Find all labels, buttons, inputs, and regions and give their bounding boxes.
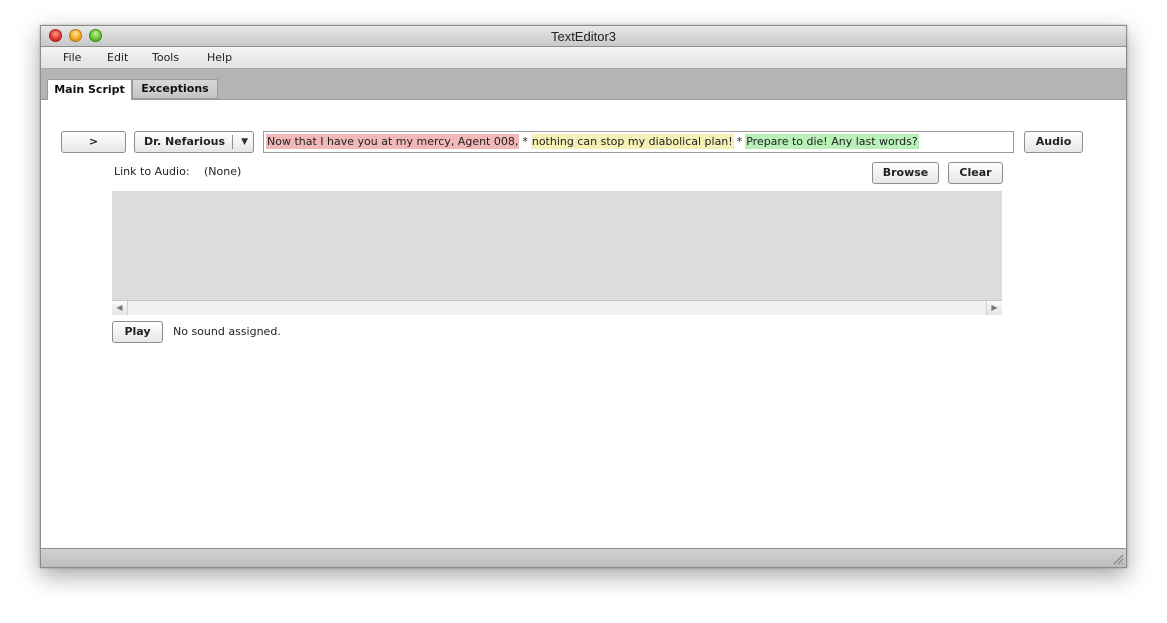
menu-bar: File Edit Tools Help (41, 47, 1126, 69)
window-title: TextEditor3 (550, 29, 617, 44)
menu-help[interactable]: Help (207, 51, 232, 64)
script-segment: Prepare to die! Any last words? (745, 134, 919, 149)
scroll-left-icon[interactable]: ◀ (112, 301, 128, 315)
combo-divider (232, 135, 233, 149)
chevron-down-icon: ▼ (241, 137, 248, 147)
expand-line-button[interactable]: > (61, 131, 126, 153)
link-to-audio-value: (None) (204, 165, 242, 178)
script-segment: Now that I have you at my mercy, Agent 0… (266, 134, 520, 149)
segment-separator: * (736, 135, 743, 148)
title-bar: TextEditor3 (41, 26, 1126, 47)
script-line-input[interactable]: Now that I have you at my mercy, Agent 0… (263, 131, 1014, 153)
app-window: TextEditor3 File Edit Tools Help Main Sc… (40, 25, 1127, 568)
tab-strip: Main Script Exceptions (41, 69, 1126, 100)
browse-button[interactable]: Browse (872, 162, 939, 184)
menu-edit[interactable]: Edit (107, 51, 128, 64)
scroll-right-icon[interactable]: ▶ (986, 301, 1002, 315)
horizontal-scrollbar[interactable]: ◀ ▶ (112, 300, 1002, 315)
main-script-panel: > Dr. Nefarious ▼ Now that I have you at… (41, 100, 1126, 550)
tab-main-script[interactable]: Main Script (47, 79, 132, 100)
segment-separator: * (522, 135, 528, 148)
tab-exceptions[interactable]: Exceptions (132, 79, 218, 99)
audio-button[interactable]: Audio (1024, 131, 1083, 153)
status-bar (41, 548, 1126, 567)
waveform-panel: ◀ ▶ (112, 191, 1002, 315)
resize-grip-icon[interactable] (1113, 554, 1124, 565)
script-segment: nothing can stop my diabolical plan! (530, 134, 734, 149)
menu-file[interactable]: File (63, 51, 81, 64)
clear-button[interactable]: Clear (948, 162, 1003, 184)
character-select-value: Dr. Nefarious (144, 135, 226, 148)
menu-tools[interactable]: Tools (152, 51, 179, 64)
link-to-audio-label: Link to Audio: (114, 165, 190, 178)
character-select[interactable]: Dr. Nefarious ▼ (134, 131, 254, 153)
play-button[interactable]: Play (112, 321, 163, 343)
sound-status: No sound assigned. (173, 325, 281, 338)
